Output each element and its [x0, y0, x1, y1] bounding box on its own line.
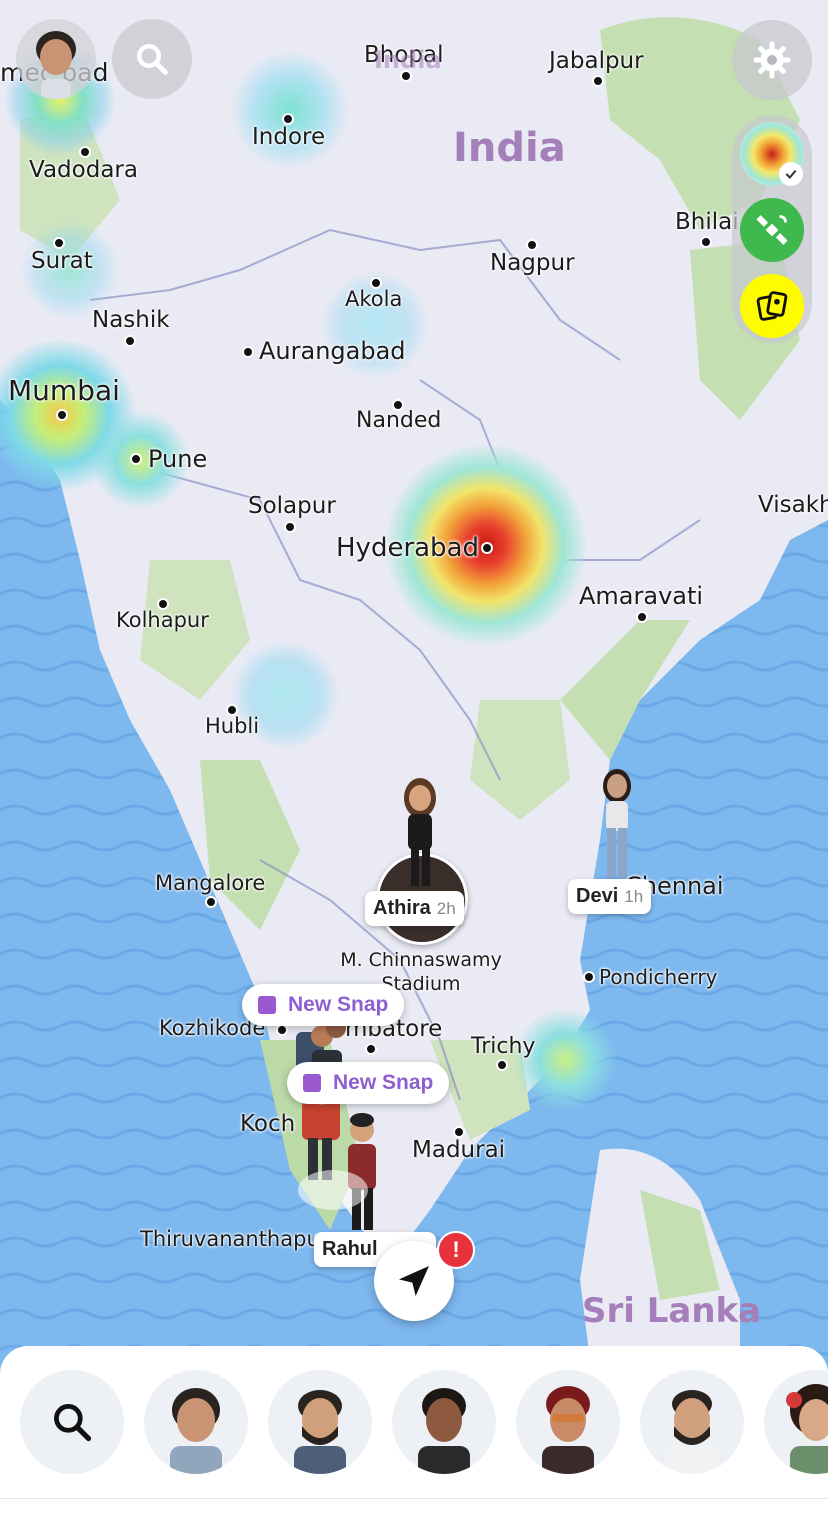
city-label-solapur: Solapur [248, 493, 336, 519]
alert-badge: ! [437, 1231, 475, 1269]
friend-avatar[interactable] [516, 1370, 620, 1474]
satellite-layer-button[interactable] [740, 198, 804, 262]
profile-avatar-button[interactable] [16, 19, 96, 99]
friend-marker-devi[interactable] [592, 766, 642, 886]
avatar [418, 1388, 470, 1474]
city-label-nagpur: Nagpur [490, 250, 575, 276]
friend-avatar[interactable] [268, 1370, 372, 1474]
settings-button[interactable] [732, 20, 812, 100]
city-dot [496, 1059, 508, 1071]
friend-avatar[interactable] [764, 1370, 828, 1474]
friends-tray [0, 1346, 828, 1517]
city-dot [636, 611, 648, 623]
city-label-pune: Pune [148, 445, 208, 473]
avatar [36, 31, 76, 99]
city-label-nanded: Nanded [356, 408, 442, 433]
city-label-bhilai: Bhilai [675, 209, 739, 235]
snap-square-icon [258, 996, 276, 1014]
snap-label: New Snap [333, 1071, 434, 1094]
avatar [170, 1388, 222, 1474]
city-dot [56, 409, 68, 421]
city-label-mumbai: Mumbai [8, 374, 120, 407]
search-icon [54, 1404, 92, 1442]
friend-avatar[interactable] [144, 1370, 248, 1474]
city-label-visakhapatnam: Visakh [758, 492, 828, 518]
avatar [542, 1386, 594, 1474]
snap-label: New Snap [288, 993, 389, 1016]
friend-time: 2h [436, 899, 456, 918]
friend-cluster[interactable] [292, 1018, 392, 1235]
search-icon [137, 44, 168, 75]
city-label-hyderabad: Hyderabad [336, 533, 479, 563]
memories-layer-button[interactable] [740, 274, 804, 338]
checkmark-badge [779, 162, 803, 186]
new-snap-bubble[interactable]: New Snap [242, 984, 405, 1026]
city-label-kochi: Koch [240, 1111, 296, 1137]
friend-name: Athira [373, 897, 431, 919]
city-label-madurai: Madurai [412, 1137, 506, 1163]
bitmoji-avatar [404, 778, 436, 886]
city-label-aurangabad: Aurangabad [259, 337, 406, 365]
avatar [666, 1390, 718, 1474]
avatar [786, 1384, 828, 1474]
city-dot [242, 346, 254, 358]
friend-name: Rahul [322, 1238, 378, 1260]
friend-tag-devi[interactable]: Devi 1h [568, 879, 652, 914]
snap-map[interactable]: India Sri Lanka mec bad Bhopal India Jab… [0, 0, 828, 1517]
country-label-india: India [453, 125, 566, 171]
city-label-indore: Indore [252, 124, 326, 150]
city-label-hubli: Hubli [205, 714, 260, 738]
friend-name: Devi [576, 885, 619, 907]
country-label-india-top: India [374, 46, 442, 74]
city-label-pondicherry: Pondicherry [599, 965, 718, 989]
city-label-akola: Akola [345, 287, 403, 311]
tray-divider [0, 1498, 828, 1499]
city-label-trichy: Trichy [471, 1034, 536, 1059]
friend-avatar[interactable] [640, 1370, 744, 1474]
city-dot [205, 896, 217, 908]
friend-tag-athira[interactable]: Athira 2h [365, 891, 464, 926]
avatar [294, 1390, 346, 1474]
memories-icon [756, 291, 788, 321]
navigation-arrow-icon [399, 1266, 429, 1296]
satellite-icon [756, 215, 788, 245]
gear-icon [753, 41, 791, 79]
city-dot [284, 521, 296, 533]
snap-square-icon [303, 1074, 321, 1092]
city-label-vadodara: Vadodara [29, 157, 138, 183]
city-label-kolhapur: Kolhapur [116, 608, 209, 632]
city-dot [481, 542, 493, 554]
city-dot [130, 453, 142, 465]
city-label-jabalpur: Jabalpur [549, 48, 644, 74]
city-label-mangalore: Mangalore [155, 871, 266, 895]
tray-search-button[interactable] [20, 1370, 124, 1474]
bitmoji-avatar [603, 769, 631, 878]
checkmark-icon [785, 169, 797, 180]
new-snap-bubble[interactable]: New Snap [287, 1062, 450, 1104]
city-dot [583, 971, 595, 983]
city-label-surat: Surat [31, 248, 93, 274]
friend-time: 1h [624, 887, 644, 906]
city-dot [700, 236, 712, 248]
map-search-button[interactable] [112, 19, 192, 99]
city-label-nashik: Nashik [92, 307, 170, 333]
city-label-amaravati: Amaravati [579, 582, 704, 610]
country-label-sri-lanka: Sri Lanka [582, 1291, 762, 1331]
city-dot [124, 335, 136, 347]
friend-avatar[interactable] [392, 1370, 496, 1474]
city-dot [592, 75, 604, 87]
